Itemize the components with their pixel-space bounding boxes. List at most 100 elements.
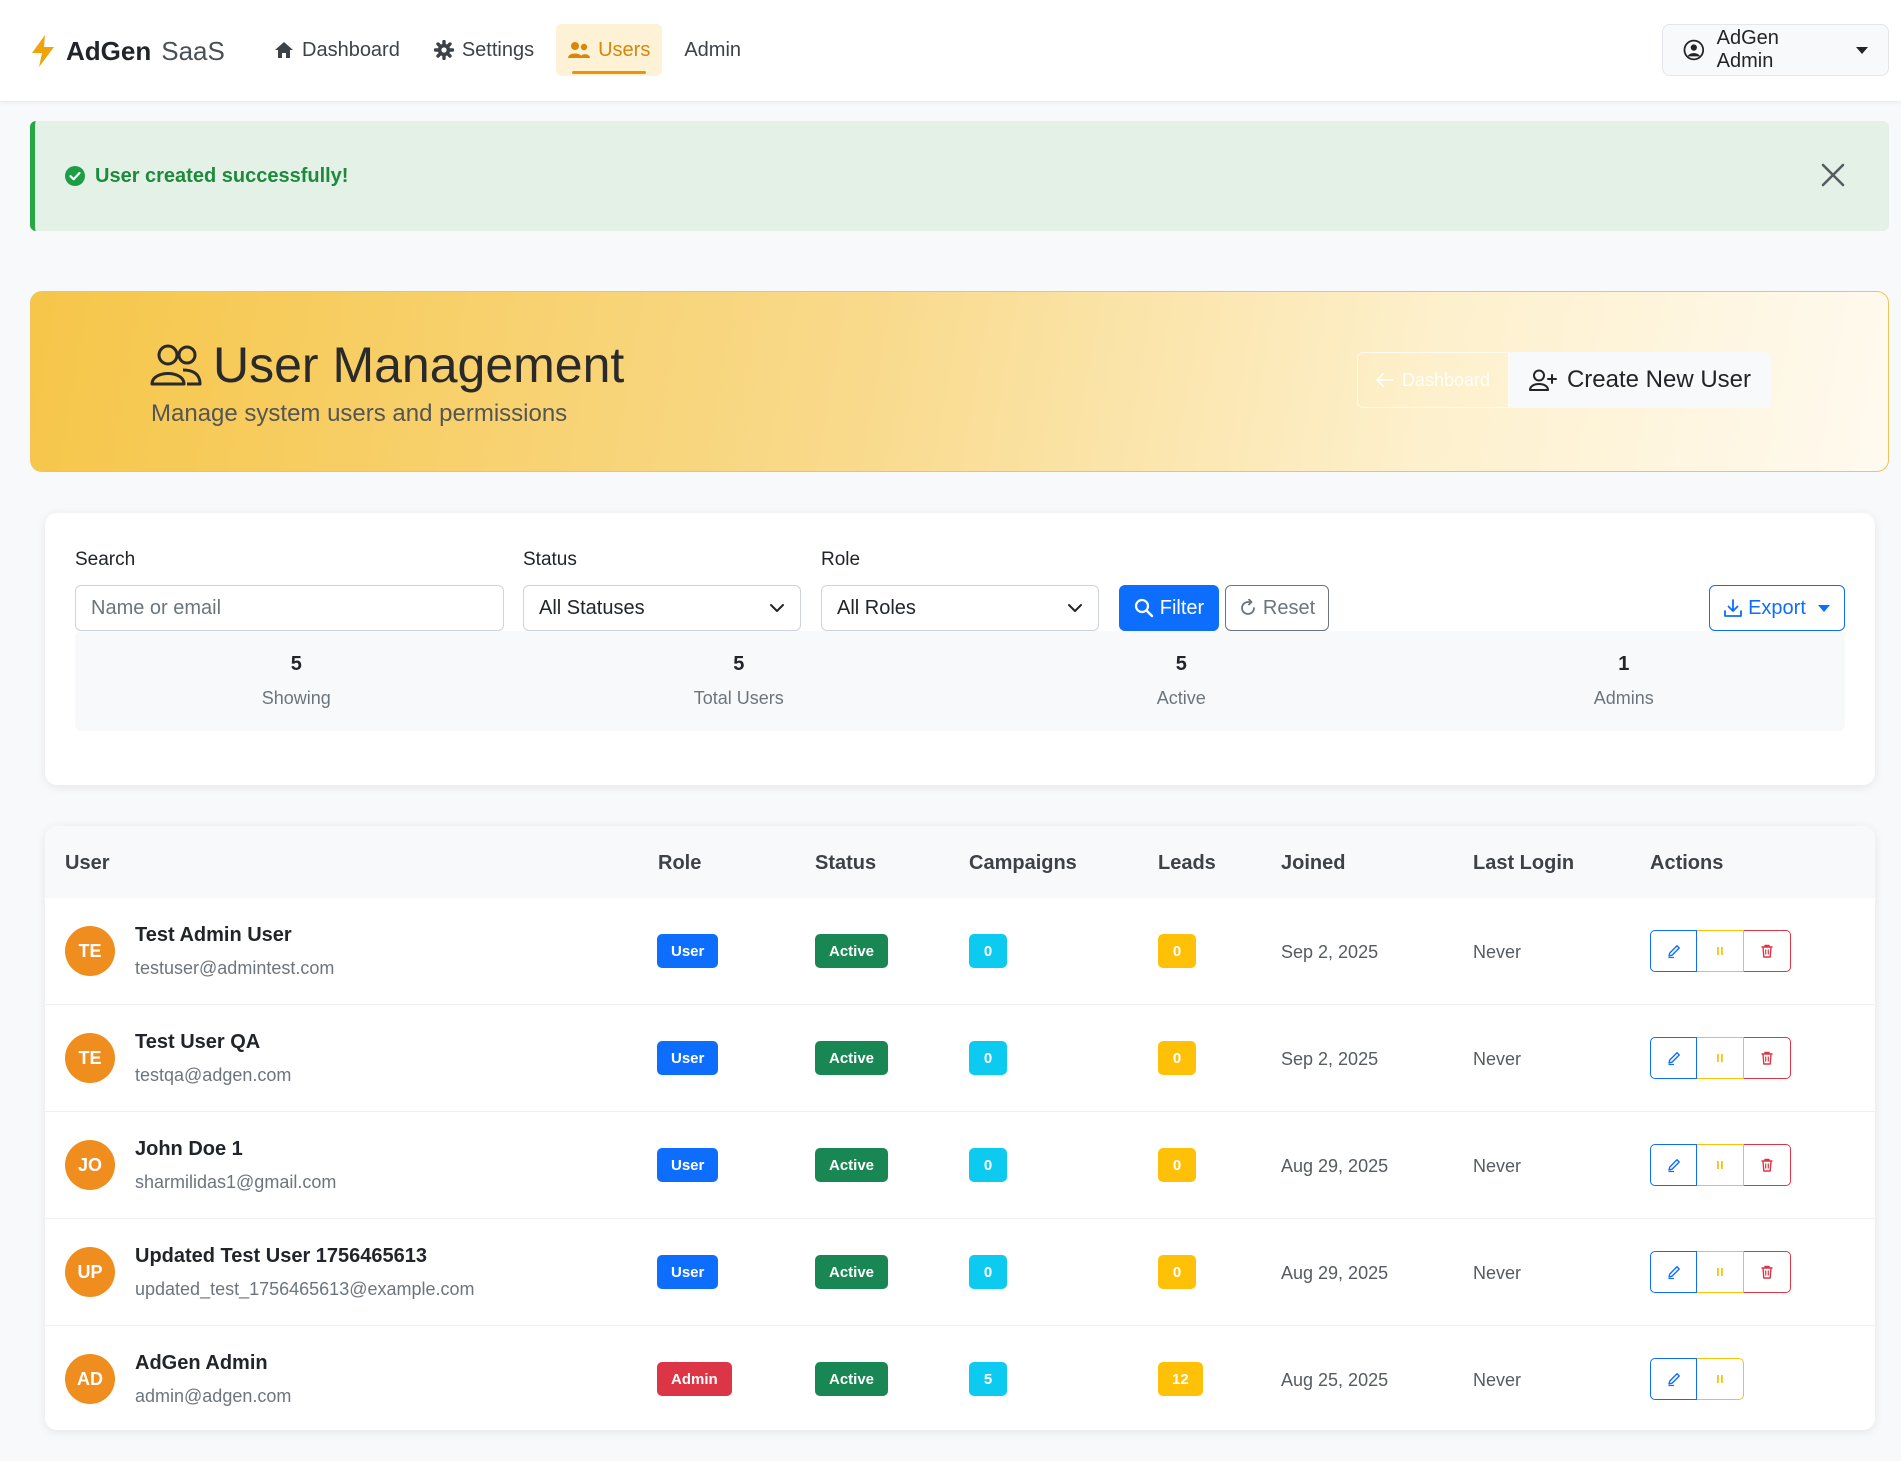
table-row: JO John Doe 1 sharmilidas1@gmail.com Use… [45,1112,1875,1219]
stat-value: 1 [1618,653,1630,675]
nav-item-admin[interactable]: Admin [672,24,753,76]
user-name: John Doe 1 [135,1138,243,1160]
column-header-joined: Joined [1281,852,1346,874]
column-header-campaigns: Campaigns [969,852,1077,874]
back-button-label: Dashboard [1401,369,1491,390]
joined-date: Aug 29, 2025 [1281,1156,1389,1176]
status-badge: Active [815,1148,889,1182]
stat-value: 5 [290,653,302,675]
user-circle-icon [1683,39,1705,61]
pencil-icon [1667,1373,1680,1387]
campaigns-badge: 0 [969,1148,1007,1182]
suspend-user-button[interactable] [1697,930,1744,972]
brand-suffix: SaaS [161,35,225,66]
chevron-down-icon [1817,604,1830,612]
user-menu-dropdown[interactable]: AdGen Admin [1662,24,1889,76]
edit-user-button[interactable] [1650,1358,1697,1400]
reset-button-label: Reset [1262,596,1316,619]
stat-label: Showing [261,688,331,708]
avatar: AD [65,1354,115,1404]
filter-card: Search Name or email Status All Statuses… [45,513,1875,785]
delete-user-button[interactable] [1744,1037,1791,1079]
table-row: AD AdGen Admin admin@adgen.com Admin Act… [45,1326,1875,1430]
status-label: Status [523,549,577,570]
close-icon[interactable] [1817,159,1849,191]
search-icon [1134,598,1153,618]
create-user-button[interactable]: Create New User [1509,352,1771,408]
reset-button[interactable]: Reset [1225,585,1329,631]
trash-icon [1761,1158,1773,1172]
avatar: TE [65,1033,115,1083]
user-name: Updated Test User 1756465613 [135,1245,428,1267]
edit-user-button[interactable] [1650,1144,1697,1186]
last-login: Never [1473,1156,1522,1176]
check-circle-icon [65,166,85,186]
nav-item-label: Users [598,38,651,61]
role-badge: User [657,1041,719,1075]
delete-user-button[interactable] [1744,1144,1791,1186]
back-to-dashboard-button[interactable]: Dashboard [1357,352,1509,408]
role-badge: User [657,1255,719,1289]
joined-date: Aug 25, 2025 [1281,1370,1389,1390]
top-navbar: AdGen SaaS Dashboard Settings Users Admi… [0,0,1901,101]
suspend-user-button[interactable] [1697,1358,1744,1400]
leads-badge: 12 [1158,1362,1203,1396]
last-login: Never [1473,1370,1522,1390]
brand-name: AdGen [66,35,152,66]
nav-item-settings[interactable]: Settings [422,24,546,76]
status-select[interactable]: All Statuses [523,585,801,631]
role-selected-value: All Roles [837,596,916,619]
page-title: User Management [149,336,624,394]
stat-label: Admins [1593,688,1654,708]
users-icon [568,42,591,58]
chevron-down-icon [1068,604,1082,612]
search-input[interactable]: Name or email [75,585,504,631]
joined-date: Sep 2, 2025 [1281,942,1379,962]
edit-user-button[interactable] [1650,1251,1697,1293]
chevron-down-icon [1856,46,1868,54]
campaigns-badge: 5 [969,1362,1007,1396]
suspend-user-button[interactable] [1697,1251,1744,1293]
joined-date: Aug 29, 2025 [1281,1263,1389,1283]
edit-user-button[interactable] [1650,930,1697,972]
avatar: UP [65,1247,115,1297]
create-user-label: Create New User [1566,366,1752,393]
filter-button-label: Filter [1159,596,1205,619]
status-badge: Active [815,1255,889,1289]
pause-icon [1717,1268,1723,1276]
column-header-status: Status [815,852,877,874]
user-email: sharmilidas1@gmail.com [135,1172,337,1192]
nav-item-label: Settings [461,38,535,61]
page-title-text: User Management [213,337,625,393]
brand[interactable]: AdGen SaaS [30,30,225,72]
arrow-left-icon [1376,373,1394,387]
nav-item-users[interactable]: Users [556,24,663,76]
pause-icon [1717,947,1723,955]
suspend-user-button[interactable] [1697,1144,1744,1186]
last-login: Never [1473,942,1522,962]
status-selected-value: All Statuses [539,596,645,619]
last-login: Never [1473,1263,1522,1283]
gear-icon [433,40,454,60]
leads-badge: 0 [1158,1255,1196,1289]
page-subtitle: Manage system users and permissions [151,400,568,427]
table-row: UP Updated Test User 1756465613 updated_… [45,1219,1875,1326]
nav-item-dashboard[interactable]: Dashboard [262,24,412,76]
role-badge: Admin [657,1362,732,1396]
user-name: AdGen Admin [135,1352,268,1374]
row-actions [1650,930,1791,972]
user-menu-label: AdGen Admin [1716,27,1779,72]
campaigns-badge: 0 [969,1041,1007,1075]
filter-button[interactable]: Filter [1119,585,1219,631]
delete-user-button[interactable] [1744,930,1791,972]
edit-user-button[interactable] [1650,1037,1697,1079]
trash-icon [1761,1051,1773,1065]
suspend-user-button[interactable] [1697,1037,1744,1079]
delete-user-button[interactable] [1744,1251,1791,1293]
role-select[interactable]: All Roles [821,585,1099,631]
stat-value: 5 [733,653,745,675]
pencil-icon [1667,1266,1680,1280]
last-login: Never [1473,1049,1522,1069]
trash-icon [1761,944,1773,958]
export-dropdown-button[interactable]: Export [1709,585,1845,631]
